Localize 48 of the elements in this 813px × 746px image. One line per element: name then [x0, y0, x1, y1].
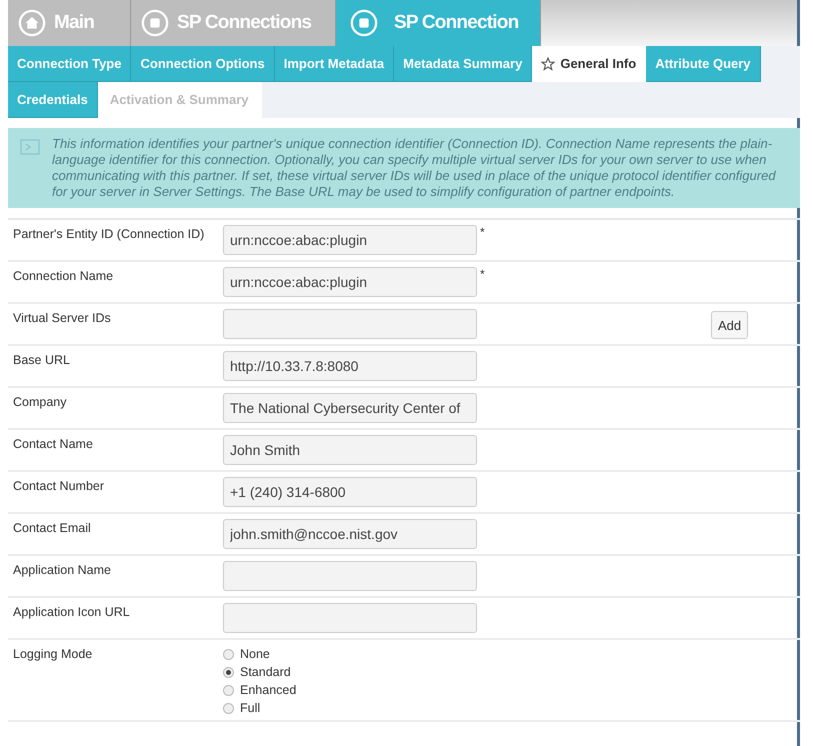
breadcrumb-tab[interactable]: Main [8, 0, 131, 46]
breadcrumb-tab[interactable]: SP Connections [131, 0, 336, 46]
field-label: Contact Name [13, 436, 94, 451]
field-label: Base URL [13, 352, 71, 367]
tab[interactable]: Metadata Summary [394, 46, 532, 82]
input-field[interactable] [223, 309, 477, 339]
tab[interactable]: Import Metadata [274, 46, 394, 82]
field-label: Logging Mode [13, 646, 94, 661]
radio-label: Standard [240, 665, 291, 679]
home-icon [18, 9, 46, 37]
tab[interactable]: Connection Options [131, 46, 275, 82]
stop-icon [141, 9, 169, 37]
field-label: Partner's Entity ID (Connection ID) [13, 226, 206, 241]
radio-label: None [240, 647, 270, 661]
field-label: Contact Number [13, 478, 106, 493]
radio-button[interactable] [223, 666, 234, 678]
tab[interactable]: Attribute Query [646, 46, 761, 82]
input-field[interactable]: urn:nccoe:abac:plugin [223, 225, 477, 255]
required-mark: * [480, 225, 485, 239]
tab[interactable]: Connection Type [8, 46, 132, 82]
field-label: Application Icon URL [13, 604, 131, 619]
input-field[interactable]: urn:nccoe:abac:plugin [223, 267, 477, 297]
radio-button[interactable] [223, 702, 234, 714]
tab[interactable]: General Info [532, 46, 646, 82]
field-label: Virtual Server IDs [13, 310, 112, 325]
stop-icon [350, 9, 378, 37]
radio-label: Full [240, 701, 260, 715]
radio-button[interactable] [223, 648, 234, 660]
star-icon [541, 56, 556, 70]
input-field[interactable]: The National Cybersecurity Center of [223, 393, 477, 423]
add-button[interactable]: Add [711, 311, 748, 339]
field-label: Connection Name [13, 268, 114, 283]
input-field[interactable] [223, 603, 477, 633]
required-mark: * [480, 267, 485, 281]
field-label: Company [13, 394, 68, 409]
terminal-icon [20, 139, 40, 155]
field-label: Application Name [13, 562, 112, 577]
input-field[interactable]: John Smith [223, 435, 477, 465]
input-field[interactable]: +1 (240) 314-6800 [223, 477, 477, 507]
radio-label: Enhanced [240, 683, 296, 697]
input-field[interactable]: john.smith@nccoe.nist.gov [223, 519, 477, 549]
field-label: Contact Email [13, 520, 92, 535]
input-field[interactable] [223, 561, 477, 591]
radio-button[interactable] [223, 684, 234, 696]
info-text: This information identifies your partner's unique connection identifier (Connection ID). Connection Name represents the plain-language identifier for this connection. Optionally, you can specify multiple virtual server IDs for your own server to use when communicating with this partner. If set, these virtual server IDs will be used in place of the unique protocol identifier configured for your server in Server Settings. The Base URL may be used to simplify configuration of partner endpoints. [52, 136, 776, 200]
tab[interactable]: Credentials [8, 82, 98, 118]
breadcrumb-tab[interactable]: SP Connection [336, 0, 541, 46]
input-field[interactable]: http://10.33.7.8:8080 [223, 351, 477, 381]
